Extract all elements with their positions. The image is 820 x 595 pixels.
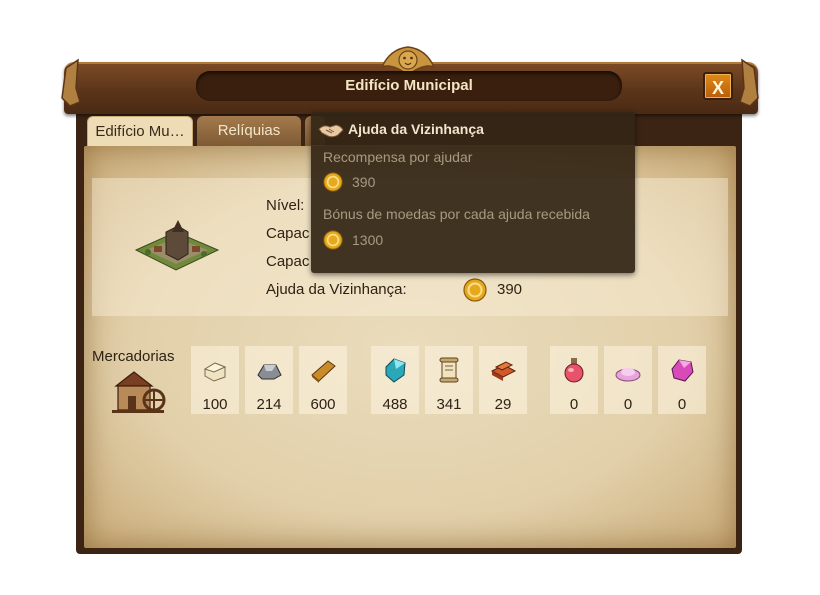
scroll-icon <box>439 357 459 383</box>
good-slot-scroll: 341 <box>425 346 473 414</box>
coin-icon <box>463 278 487 302</box>
good-slot-gem: 488 <box>371 346 419 414</box>
good-slot-marble: 100 <box>191 346 239 414</box>
town-hall-building-icon <box>134 220 220 271</box>
capacity-label-1: Capac <box>266 225 310 242</box>
good-count: 29 <box>494 396 512 413</box>
good-count: 0 <box>623 396 633 413</box>
marble-icon <box>203 362 227 382</box>
crystal-icon <box>671 359 694 382</box>
elixir-icon <box>564 358 584 383</box>
window-title: Edifício Municipal <box>345 77 473 94</box>
good-count: 0 <box>569 396 579 413</box>
good-count: 600 <box>310 396 336 413</box>
tooltip-title: Ajuda da Vizinhança <box>348 121 484 137</box>
close-button[interactable]: X <box>703 72 733 100</box>
neighborhood-aid-label: Ajuda da Vizinhança: <box>266 281 407 298</box>
capacity-label-2: Capac <box>266 253 310 270</box>
good-count: 488 <box>382 396 408 413</box>
tooltip-bonus-value: 1300 <box>352 232 384 248</box>
tooltip-reward-value: 390 <box>352 174 376 190</box>
tooltip-reward-label: Recompensa por ajudar <box>323 149 473 165</box>
tooltip-divider <box>311 145 635 146</box>
good-slot-iron: 214 <box>245 346 293 414</box>
goods-label: Mercadorias <box>92 348 175 365</box>
good-count: 100 <box>202 396 228 413</box>
good-slot-crystal: 0 <box>658 346 706 414</box>
left-corner-ornament <box>61 58 81 107</box>
tab-edificio-municipal[interactable]: Edifício Mu… <box>87 116 193 146</box>
neighborhood-aid-value: 390 <box>497 281 523 298</box>
iron-icon <box>257 364 282 380</box>
magic-dust-icon <box>615 368 641 382</box>
lumber-icon <box>311 360 336 383</box>
tooltip-bonus-label: Bónus de moedas por cada ajuda recebida <box>323 206 590 222</box>
good-slot-brick: 29 <box>479 346 527 414</box>
level-label: Nível: <box>266 197 305 214</box>
good-slot-lumber: 600 <box>299 346 347 414</box>
tab-reliquias[interactable]: Relíquias <box>197 116 301 146</box>
good-count: 214 <box>256 396 282 413</box>
gem-icon <box>385 358 406 383</box>
coin-icon <box>323 172 343 192</box>
good-slot-elixir: 0 <box>550 346 598 414</box>
handshake-icon <box>318 124 344 138</box>
good-count: 0 <box>677 396 687 413</box>
brick-icon <box>490 361 517 381</box>
coin-icon <box>323 230 343 250</box>
right-corner-ornament <box>739 58 759 107</box>
good-count: 341 <box>436 396 462 413</box>
workshop-icon <box>112 371 166 413</box>
good-slot-magic-dust: 0 <box>604 346 652 414</box>
